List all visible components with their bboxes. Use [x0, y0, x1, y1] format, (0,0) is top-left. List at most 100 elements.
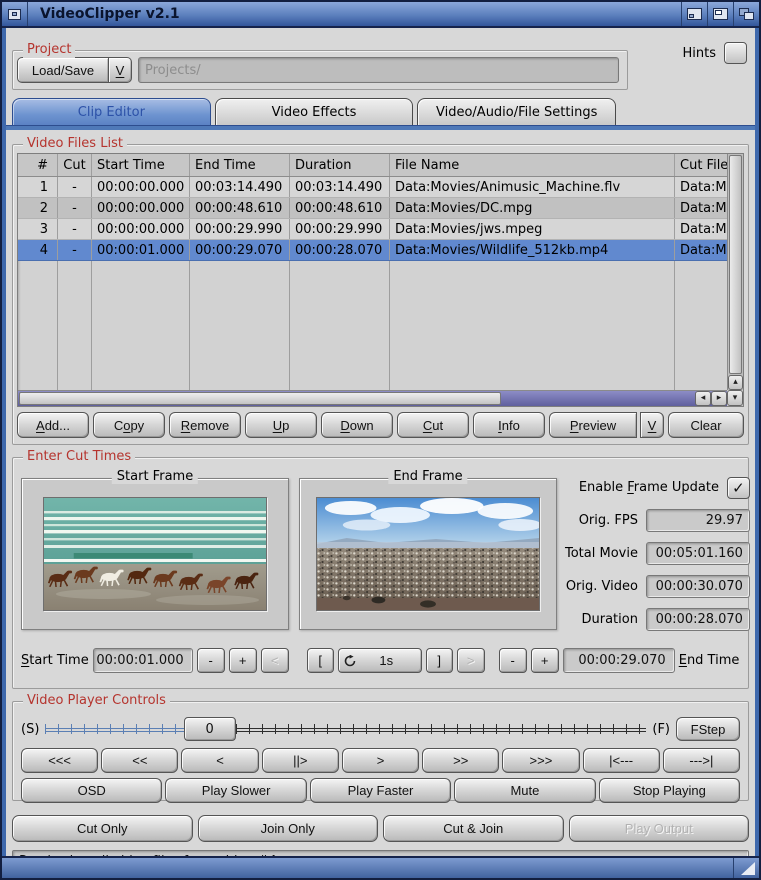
tab[interactable]: Video Effects — [215, 98, 414, 125]
horizontal-scrollbar-thumb[interactable] — [19, 392, 501, 405]
info-field-value: 29.97 — [646, 509, 750, 532]
output-button[interactable]: Join Only — [198, 815, 379, 842]
output-button[interactable]: Cut & Join — [383, 815, 564, 842]
close-button[interactable] — [2, 2, 28, 26]
cell-duration: 00:00:28.070 — [290, 240, 390, 260]
cell-duration: 00:03:14.490 — [290, 177, 390, 197]
transport-button[interactable]: > — [342, 748, 419, 773]
cell-file-name: Data:Movies/Animusic_Machine.flv — [390, 177, 675, 197]
table-row[interactable]: 2 - 00:00:00.000 00:00:48.610 00:00:48.6… — [18, 198, 727, 219]
cell-cut: - — [58, 198, 92, 218]
vertical-scrollbar[interactable]: ▴ — [727, 154, 743, 390]
list-action-button[interactable]: Remove — [169, 412, 241, 438]
transport-button[interactable]: < — [181, 748, 258, 773]
transport-button[interactable]: ||> — [262, 748, 339, 773]
tab[interactable]: Video/Audio/File Settings — [417, 98, 616, 125]
start-plus-button[interactable]: + — [229, 648, 257, 673]
slider-knob[interactable]: 0 — [184, 717, 236, 741]
scroll-down-button[interactable]: ▾ — [727, 390, 743, 406]
column-header[interactable]: End Time — [190, 154, 290, 176]
scroll-up-icon: ▴ — [733, 378, 738, 387]
cell-end-time: 00:00:29.070 — [190, 240, 290, 260]
list-action-button[interactable]: Up — [245, 412, 317, 438]
column-header[interactable]: Start Time — [92, 154, 190, 176]
transport-button[interactable]: >>> — [502, 748, 579, 773]
player-control-button[interactable]: Mute — [454, 778, 595, 803]
player-control-button[interactable]: OSD — [21, 778, 162, 803]
list-action-button[interactable]: Info — [473, 412, 545, 438]
iconify-button[interactable] — [681, 2, 707, 26]
cell-start-time: 00:00:00.000 — [92, 177, 190, 197]
step-interval-value: 1s — [356, 653, 417, 668]
end-plus-button[interactable]: + — [531, 648, 559, 673]
tab[interactable]: Clip Editor — [12, 98, 211, 125]
step-interval-cycle[interactable]: 1s — [338, 648, 422, 673]
info-field-label: Orig. FPS — [579, 513, 638, 528]
end-time-field[interactable]: 00:00:29.070 — [563, 648, 675, 673]
table-row[interactable]: 4 - 00:00:01.000 00:00:29.070 00:00:28.0… — [18, 240, 727, 261]
output-button[interactable]: Play Output — [569, 815, 750, 842]
column-header[interactable]: Cut File Na — [675, 154, 727, 176]
column-header[interactable]: Duration — [290, 154, 390, 176]
project-path-input[interactable] — [138, 57, 619, 83]
hints-checkbox[interactable] — [724, 42, 747, 64]
cell-cut-file-name: Data:Movies — [675, 177, 727, 197]
cell-file-name: Data:Movies/DC.mpg — [390, 198, 675, 218]
cell-file-name: Data:Movies/jws.mpeg — [390, 219, 675, 239]
list-action-button[interactable]: Down — [321, 412, 393, 438]
list-action-button[interactable]: Add... — [17, 412, 89, 438]
horizontal-scrollbar[interactable]: ◂ ▸ — [18, 390, 727, 406]
scroll-up-button[interactable]: ▴ — [728, 375, 743, 390]
transport-button[interactable]: --->| — [663, 748, 740, 773]
start-minus-button[interactable]: - — [197, 648, 225, 673]
video-player-controls-group: Video Player Controls (S) 0 (F) FStep <<… — [12, 701, 749, 801]
transport-button[interactable]: >> — [422, 748, 499, 773]
project-group-label: Project — [23, 42, 75, 58]
transport-bar: <<<<<<||>>>>>>>|<------>| — [21, 748, 740, 773]
mark-end-button[interactable]: ] — [426, 648, 453, 673]
fstep-button[interactable]: FStep — [676, 717, 740, 741]
player-control-button[interactable]: Stop Playing — [599, 778, 740, 803]
vertical-scrollbar-thumb[interactable] — [729, 155, 742, 374]
end-frame-label: End Frame — [388, 469, 467, 484]
mark-start-button[interactable]: [ — [307, 648, 334, 673]
resize-handle[interactable] — [733, 858, 759, 878]
scroll-right-button[interactable]: ▸ — [711, 391, 727, 406]
slider-track — [184, 722, 647, 736]
enable-frame-update-label: Enable Frame Update — [579, 480, 719, 495]
end-frame-image — [316, 497, 540, 611]
player-control-button[interactable]: Play Faster — [310, 778, 451, 803]
table-row[interactable]: 3 - 00:00:00.000 00:00:29.990 00:00:29.9… — [18, 219, 727, 240]
load-save-button[interactable]: Load/Save — [17, 57, 109, 83]
table-header: #CutStart TimeEnd TimeDurationFile NameC… — [18, 154, 727, 177]
column-header[interactable]: Cut — [58, 154, 92, 176]
depth-button[interactable] — [733, 2, 759, 26]
column-header[interactable]: # — [18, 154, 58, 176]
cell-cut: - — [58, 177, 92, 197]
scroll-right-icon: ▸ — [717, 394, 722, 403]
transport-button[interactable]: <<< — [21, 748, 98, 773]
transport-button[interactable]: << — [101, 748, 178, 773]
start-time-field[interactable]: 00:00:01.000 — [93, 648, 193, 673]
enable-frame-update-checkbox[interactable]: ✓ — [727, 477, 750, 499]
end-time-label: End Time — [679, 653, 740, 668]
position-slider[interactable]: 0 — [45, 720, 646, 738]
scroll-left-button[interactable]: ◂ — [695, 391, 711, 406]
table-row[interactable]: 1 - 00:00:00.000 00:03:14.490 00:03:14.4… — [18, 177, 727, 198]
start-frame-label: Start Frame — [112, 469, 198, 484]
preview-button[interactable]: Preview — [549, 412, 637, 438]
load-save-popup-button[interactable]: V — [108, 57, 132, 83]
list-action-button[interactable]: Cut — [397, 412, 469, 438]
preview-popup-button[interactable]: V — [640, 412, 664, 438]
clear-button[interactable]: Clear — [668, 412, 744, 438]
bottom-border — [2, 856, 759, 878]
cell-start-time: 00:00:01.000 — [92, 240, 190, 260]
list-action-button[interactable]: Copy — [93, 412, 165, 438]
transport-button[interactable]: |<--- — [583, 748, 660, 773]
end-minus-button[interactable]: - — [499, 648, 527, 673]
player-control-button[interactable]: Play Slower — [165, 778, 306, 803]
output-button[interactable]: Cut Only — [12, 815, 193, 842]
zoom-window-button[interactable] — [707, 2, 733, 26]
column-header[interactable]: File Name — [390, 154, 675, 176]
info-field-label: Orig. Video — [566, 579, 638, 594]
